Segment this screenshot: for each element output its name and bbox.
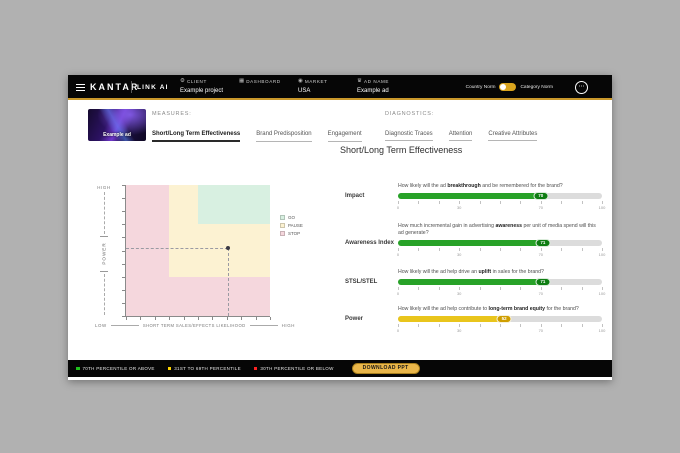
yellow-percentile-swatch xyxy=(168,367,172,371)
y-axis-annotation: HIGH POWER xyxy=(95,185,113,317)
screenshot-stage: KANTAR LINK AI ⚙CLIENT Example project ▦… xyxy=(0,0,680,453)
more-options-icon[interactable]: ⋯ xyxy=(575,81,588,94)
bar-fill xyxy=(398,240,543,246)
client-icon: ⚙ xyxy=(180,78,185,85)
metric-label: Impact xyxy=(345,193,395,199)
score-badge: 71 xyxy=(535,278,550,286)
ad-score-point[interactable] xyxy=(226,246,230,250)
nav-item-ad-name[interactable]: ♛AD NAME Example ad xyxy=(357,78,401,94)
x-axis-high-label: HIGH xyxy=(282,323,295,328)
metric-bar[interactable]: 70 xyxy=(398,193,602,199)
toggle-knob xyxy=(500,84,506,90)
quadrant-zones xyxy=(126,185,270,316)
score-badge: 71 xyxy=(535,239,550,247)
tab-creative-attributes[interactable]: Creative Attributes xyxy=(488,131,537,141)
metric-row-impact: Impact How likely will the ad breakthrou… xyxy=(345,183,603,210)
legend-item-go: GO xyxy=(280,215,303,220)
pause-swatch xyxy=(280,223,285,228)
metric-label: Awareness Index xyxy=(345,240,395,246)
bar-scale: 03070100 xyxy=(398,201,602,210)
dashboard-icon: ▦ xyxy=(239,78,244,85)
nav-item-market[interactable]: ◉MARKET USA xyxy=(298,78,342,94)
nav-label: DASHBOARD xyxy=(246,79,281,84)
stop-swatch xyxy=(280,231,285,236)
go-swatch xyxy=(280,215,285,220)
tab-short-long-term-effectiveness[interactable]: Short/Long Term Effectiveness xyxy=(152,131,240,142)
metric-label: STSL/STEL xyxy=(345,279,395,285)
green-percentile-swatch xyxy=(76,367,80,371)
nav-label: MARKET xyxy=(305,79,328,84)
download-ppt-button[interactable]: DOWNLOAD PPT xyxy=(352,363,420,374)
red-percentile-swatch xyxy=(254,367,258,371)
bar-fill xyxy=(398,316,504,322)
x-axis-title: SHORT TERM SALES/EFFECTS LIKELIHOOD xyxy=(143,323,246,328)
score-badge: 70 xyxy=(533,192,548,200)
nav-label: AD NAME xyxy=(364,79,389,84)
tab-diagnostic-traces[interactable]: Diagnostic Traces xyxy=(385,131,433,141)
country-norm-label: Country Norm xyxy=(466,85,496,90)
measures-tabs: Short/Long Term Effectiveness Brand Pred… xyxy=(152,131,362,142)
quadrant-plot[interactable] xyxy=(125,185,270,317)
crosshair-vertical xyxy=(228,248,229,316)
metric-question: How likely will the ad breakthrough and … xyxy=(398,183,602,190)
metric-bar[interactable]: 71 xyxy=(398,240,602,246)
ad-thumbnail-caption: Example ad xyxy=(88,132,146,138)
crosshair-horizontal xyxy=(126,248,228,249)
metric-question: How likely will the ad help drive an upl… xyxy=(398,269,602,276)
product-name: LINK AI xyxy=(137,84,169,91)
ad-thumbnail[interactable]: Example ad xyxy=(88,109,146,141)
nav-item-dashboard[interactable]: ▦DASHBOARD xyxy=(239,78,283,94)
metric-question: How much incremental gain in advertising… xyxy=(398,223,602,237)
metric-bar[interactable]: 71 xyxy=(398,279,602,285)
ad-name-icon: ♛ xyxy=(357,78,362,85)
x-axis-annotation: LOW SHORT TERM SALES/EFFECTS LIKELIHOOD … xyxy=(95,323,295,328)
footer-bar: 70TH PERCENTILE OR ABOVE 31ST TO 69TH PE… xyxy=(68,360,612,377)
quadrant-legend: GO PAUSE STOP xyxy=(280,215,303,236)
measures-heading: MEASURES: xyxy=(152,111,192,117)
norm-switcher: Country Norm Category Norm xyxy=(466,83,553,91)
legend-item-stop: STOP xyxy=(280,231,303,236)
metric-question: How likely will the ad help contribute t… xyxy=(398,306,602,313)
nav-label: CLIENT xyxy=(187,79,207,84)
nav-value: Example ad xyxy=(357,88,401,94)
metric-row-awareness-index: Awareness Index How much incremental gai… xyxy=(345,223,603,257)
nav-value: USA xyxy=(298,88,342,94)
footer-legend-green: 70TH PERCENTILE OR ABOVE xyxy=(76,366,155,371)
footer-legend-red: 30TH PERCENTILE OR BELOW xyxy=(254,366,334,371)
bar-scale: 03070100 xyxy=(398,324,602,333)
footer-legend-yellow: 31ST TO 69TH PERCENTILE xyxy=(168,366,241,371)
tab-engagement[interactable]: Engagement xyxy=(328,131,362,142)
diagnostics-heading: DIAGNOSTICS: xyxy=(385,111,434,117)
diagnostics-tabs: Diagnostic Traces Attention Creative Att… xyxy=(385,131,537,141)
header-nav: ⚙CLIENT Example project ▦DASHBOARD ◉MARK… xyxy=(180,78,401,94)
bar-fill xyxy=(398,279,543,285)
metric-row-power: Power How likely will the ad help contri… xyxy=(345,306,603,333)
zone-go xyxy=(198,185,270,224)
bar-scale: 03070100 xyxy=(398,287,602,296)
tab-attention[interactable]: Attention xyxy=(449,131,473,141)
score-badge: 52 xyxy=(497,315,512,323)
tab-brand-predisposition[interactable]: Brand Predisposition xyxy=(256,131,311,142)
legend-item-pause: PAUSE xyxy=(280,223,303,228)
nav-value: Example project xyxy=(180,88,224,94)
metric-label: Power xyxy=(345,316,395,322)
market-icon: ◉ xyxy=(298,78,303,85)
menu-icon[interactable] xyxy=(76,84,85,91)
norm-toggle[interactable] xyxy=(499,83,516,91)
top-bar: KANTAR LINK AI ⚙CLIENT Example project ▦… xyxy=(68,75,612,100)
bar-scale: 03070100 xyxy=(398,248,602,257)
y-axis-high-label: HIGH xyxy=(97,185,110,190)
metric-row-stsl-stel: STSL/STEL How likely will the ad help dr… xyxy=(345,269,603,296)
x-axis-low-label: LOW xyxy=(95,323,107,328)
metric-bar[interactable]: 52 xyxy=(398,316,602,322)
category-norm-label: Category Norm xyxy=(520,85,553,90)
y-axis-title: POWER xyxy=(102,242,107,264)
header-divider xyxy=(131,81,132,93)
page-title: Short/Long Term Effectiveness xyxy=(340,145,462,155)
bar-fill xyxy=(398,193,541,199)
nav-item-client[interactable]: ⚙CLIENT Example project xyxy=(180,78,224,94)
app-window: KANTAR LINK AI ⚙CLIENT Example project ▦… xyxy=(68,75,612,380)
